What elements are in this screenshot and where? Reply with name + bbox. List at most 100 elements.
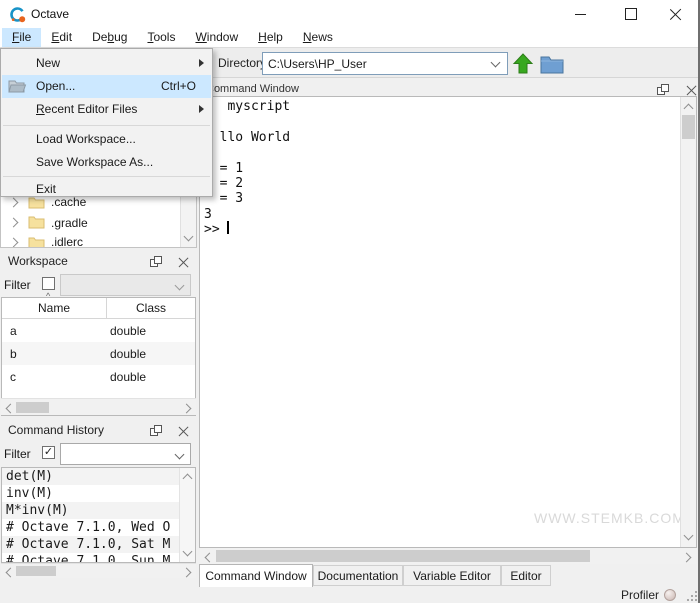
one-directory-up-button[interactable] (512, 52, 534, 76)
chevron-down-icon (175, 281, 185, 291)
menu-item-load-workspace[interactable]: Load Workspace... (2, 128, 211, 151)
workspace-filter-checkbox[interactable] (42, 277, 55, 290)
chevron-down-icon[interactable] (491, 58, 501, 68)
workspace-title: Workspace (8, 254, 68, 268)
expand-chevron-icon[interactable] (9, 218, 19, 228)
command-history-close-icon[interactable] (178, 426, 189, 437)
tab-documentation[interactable]: Documentation (313, 565, 403, 586)
command-window-panel-title: Command Window (206, 83, 299, 95)
command-window-close-icon[interactable] (686, 85, 697, 96)
shortcut-label: Ctrl+O (161, 79, 196, 93)
command-window-vscrollbar[interactable] (680, 97, 696, 547)
profiler-label: Profiler (621, 588, 659, 602)
command-history-list: det(M) inv(M) M*inv(M) # Octave 7.1.0, W… (1, 467, 196, 563)
workspace-filter-combobox[interactable] (60, 274, 191, 296)
scroll-left-icon[interactable] (6, 404, 16, 414)
file-browser-item-idlerc[interactable]: .idlerc (1, 232, 179, 248)
var-name: b (2, 342, 107, 365)
expand-chevron-icon[interactable] (9, 238, 19, 248)
resize-grip[interactable] (687, 591, 697, 601)
command-window-hscrollbar[interactable] (200, 548, 696, 564)
scroll-down-icon[interactable] (183, 547, 193, 557)
minimize-button[interactable] (558, 0, 602, 28)
menu-news[interactable]: News (293, 28, 343, 47)
scroll-up-icon[interactable] (183, 474, 193, 484)
close-icon (670, 8, 682, 20)
profiler-status-icon[interactable] (664, 589, 676, 601)
close-button[interactable] (655, 0, 697, 28)
submenu-arrow-icon (199, 105, 204, 113)
tab-variable-editor[interactable]: Variable Editor (403, 565, 501, 586)
menu-tools[interactable]: Tools (137, 28, 185, 47)
directory-combobox[interactable]: C:\Users\HP_User (262, 52, 508, 75)
folder-name: .gradle (51, 216, 88, 230)
var-class: double (107, 365, 195, 388)
workspace-table-header: Name Class (2, 298, 195, 319)
var-class: double (107, 319, 195, 342)
workspace-undock-icon[interactable] (150, 256, 162, 267)
file-browser-item-gradle[interactable]: .gradle (1, 212, 179, 232)
folder-name: .cache (51, 195, 86, 209)
watermark: WWW.STEMKB.COM (534, 510, 685, 526)
menu-item-new[interactable]: New (2, 52, 211, 75)
menu-edit[interactable]: Edit (41, 28, 82, 47)
history-item[interactable]: M*inv(M) (2, 502, 195, 519)
folder-name: .idlerc (51, 235, 83, 248)
menu-separator (3, 125, 210, 126)
expand-chevron-icon[interactable] (9, 198, 19, 208)
history-filter-checkbox[interactable]: ✓ (42, 446, 55, 459)
history-item[interactable]: # Octave 7.1.0, Wed O (2, 519, 195, 536)
history-filter-label: Filter (4, 447, 31, 461)
history-item[interactable]: det(M) (2, 468, 195, 485)
scroll-down-icon[interactable] (684, 531, 694, 541)
submenu-arrow-icon (199, 59, 204, 67)
history-filter-combobox[interactable] (60, 443, 191, 465)
var-name: a (2, 319, 107, 342)
menu-item-open[interactable]: Open... Ctrl+O (2, 75, 211, 98)
menu-item-exit[interactable]: Exit (2, 178, 211, 197)
workspace-close-icon[interactable] (178, 257, 189, 268)
menu-item-recent-editor-files[interactable]: Recent Editor Files (2, 98, 211, 121)
tab-command-window[interactable]: Command Window (199, 564, 313, 587)
command-window-text[interactable]: myscript llo World = 1 = 2 = 3 3 >> (204, 99, 290, 238)
table-row[interactable]: a double (2, 319, 195, 342)
table-row[interactable]: c double (2, 365, 195, 388)
scroll-right-icon[interactable] (682, 553, 692, 563)
check-icon: ✓ (44, 446, 53, 458)
scroll-left-icon[interactable] (205, 553, 215, 563)
command-history-undock-icon[interactable] (150, 425, 162, 436)
menu-window[interactable]: Window (185, 28, 248, 47)
history-item[interactable]: inv(M) (2, 485, 195, 502)
folder-icon (28, 195, 45, 209)
command-history-title: Command History (8, 423, 104, 437)
directory-value: C:\Users\HP_User (268, 57, 367, 71)
minimize-icon (575, 14, 586, 15)
history-hscrollbar[interactable] (1, 563, 196, 578)
folder-icon (28, 214, 45, 229)
menu-help[interactable]: Help (248, 28, 293, 47)
scroll-left-icon[interactable] (6, 568, 16, 578)
scroll-up-icon[interactable] (684, 104, 694, 114)
menu-item-save-workspace-as[interactable]: Save Workspace As... (2, 151, 211, 174)
history-vscrollbar[interactable] (179, 468, 195, 562)
tab-editor[interactable]: Editor (501, 565, 551, 586)
maximize-button[interactable] (609, 0, 653, 28)
browse-directory-button[interactable] (539, 53, 565, 75)
workspace-hscrollbar[interactable] (1, 398, 196, 415)
menu-file[interactable]: File (2, 28, 41, 47)
file-menu-popup: New Open... Ctrl+O Recent Editor Files L… (0, 48, 213, 197)
menu-debug[interactable]: Debug (82, 28, 137, 47)
column-header-class[interactable]: Class (107, 298, 195, 318)
scroll-right-icon[interactable] (182, 404, 192, 414)
history-item[interactable]: # Octave 7.1.0, Sun M (2, 553, 195, 563)
command-window-undock-icon[interactable] (657, 84, 669, 95)
var-class: double (107, 342, 195, 365)
column-header-name[interactable]: Name (2, 298, 107, 318)
menu-bar: File Edit Debug Tools Window Help News (0, 28, 698, 47)
table-row[interactable]: b double (2, 342, 195, 365)
text-cursor (227, 221, 229, 234)
scroll-down-icon[interactable] (184, 232, 194, 242)
octave-window: Octave File Edit Debug Tools Window Help… (0, 0, 700, 603)
history-item[interactable]: # Octave 7.1.0, Sat M (2, 536, 195, 553)
scroll-right-icon[interactable] (182, 568, 192, 578)
